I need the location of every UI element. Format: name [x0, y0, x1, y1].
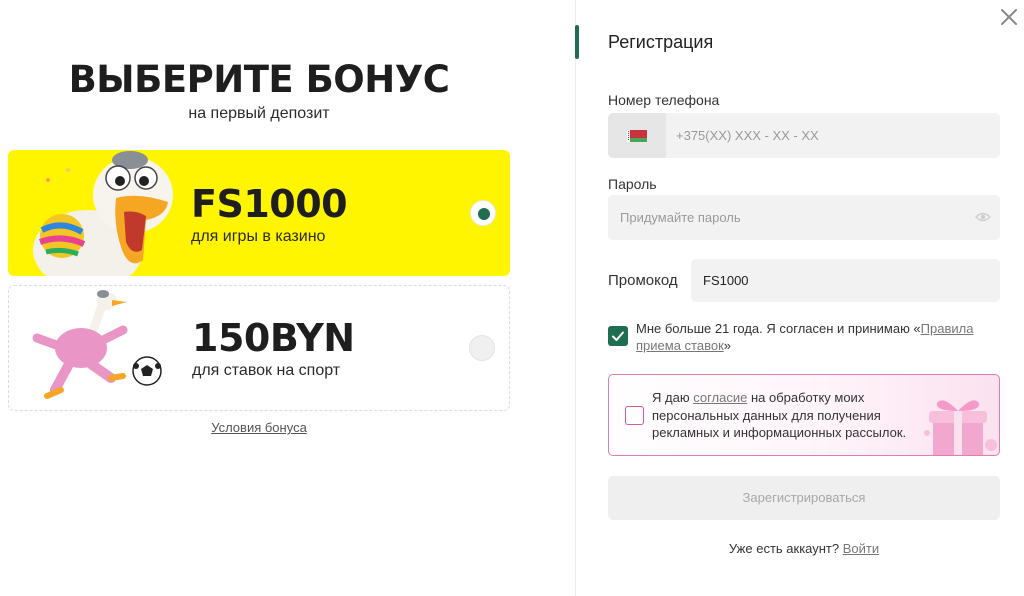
bonus-subtitle: на первый депозит: [188, 105, 330, 122]
marketing-consent-checkbox[interactable]: [625, 406, 644, 425]
bonus-description: для игры в казино: [191, 228, 326, 245]
bonus-terms-link[interactable]: Условия бонуса: [0, 420, 518, 435]
promo-label: Промокод: [608, 272, 678, 289]
bonus-radio-selected[interactable]: [470, 200, 496, 226]
registration-title: Регистрация: [608, 32, 714, 52]
age-agreement-text-start: Мне больше 21 года. Я согласен и принима…: [636, 321, 921, 336]
phone-label: Номер телефона: [608, 92, 720, 108]
duck-mascot-casino-image: [33, 151, 173, 276]
bonus-description: для ставок на спорт: [192, 362, 341, 379]
bonus-amount: 150BYN: [192, 316, 355, 360]
marketing-consent-text: Я даю согласие на обработку моих персона…: [652, 389, 937, 442]
password-label: Пароль: [608, 176, 657, 192]
bonus-card-casino[interactable]: FS1000 для игры в казино: [8, 150, 510, 276]
consent-text-start: Я даю: [652, 390, 694, 405]
bonus-panel: ВЫБЕРИТЕ БОНУС на первый депозит FS1000 …: [0, 0, 576, 596]
password-input[interactable]: [620, 195, 960, 240]
bonus-radio-unselected[interactable]: [469, 335, 495, 361]
panel-divider: [575, 0, 576, 596]
register-button[interactable]: Зарегистрироваться: [608, 476, 1000, 520]
phone-input[interactable]: [676, 113, 986, 158]
login-link[interactable]: Войти: [843, 541, 879, 556]
gift-box-icon: [924, 400, 997, 455]
bonus-amount: FS1000: [191, 182, 348, 226]
marketing-consent-box: Я даю согласие на обработку моих персона…: [608, 374, 1000, 456]
age-agreement-text-end: »: [723, 338, 731, 353]
age-agreement-text: Мне больше 21 года. Я согласен и принима…: [636, 320, 986, 354]
close-icon[interactable]: [997, 5, 1021, 29]
belarus-flag-icon: [627, 130, 647, 142]
section-accent-bar: [575, 25, 579, 59]
show-password-eye-icon[interactable]: [975, 210, 991, 224]
duck-mascot-sport-image: [32, 290, 162, 399]
age-agreement-checkbox[interactable]: [608, 326, 628, 346]
checkmark-icon: [612, 331, 624, 341]
login-prompt: Уже есть аккаунт?: [728, 541, 840, 556]
bonus-card-sport[interactable]: 150BYN для ставок на спорт: [8, 285, 510, 411]
country-selector[interactable]: [608, 113, 666, 158]
phone-field: [608, 113, 1000, 158]
bonus-title: ВЫБЕРИТЕ БОНУС: [68, 58, 450, 101]
promo-input[interactable]: [703, 259, 993, 302]
promo-field: [691, 259, 1000, 302]
login-row: Уже есть аккаунт? Войти: [608, 541, 1000, 556]
password-field: [608, 195, 1000, 240]
consent-link[interactable]: согласие: [693, 390, 747, 405]
